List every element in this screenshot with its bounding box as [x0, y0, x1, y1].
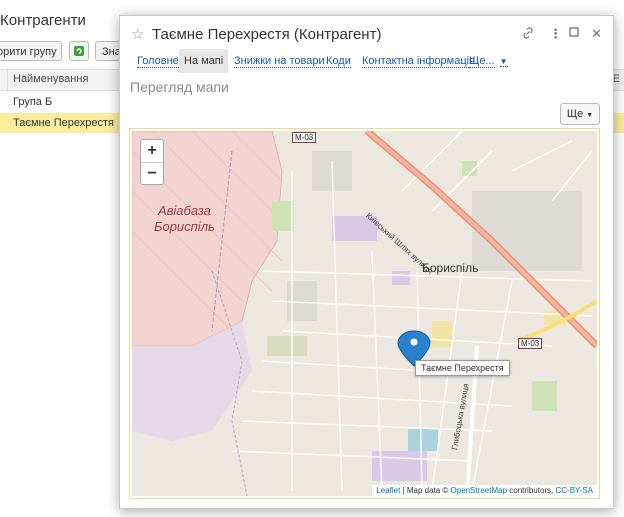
link-icon[interactable] [521, 26, 535, 43]
more-button[interactable]: Ще ▼ [560, 103, 600, 125]
zoom-out-button[interactable]: − [141, 163, 163, 185]
section-title: Перегляд мапи [130, 79, 229, 95]
create-group-button[interactable]: орити групу [0, 41, 62, 61]
license-link[interactable]: CC-BY-SA [556, 486, 594, 495]
favorite-star-icon[interactable]: ☆ [131, 25, 144, 43]
counterparty-dialog: ☆ Таємне Перехрестя (Контрагент) ⋮ ✕ Гол… [119, 15, 614, 509]
highway-shield: М-03 [518, 338, 543, 349]
marker-tooltip: Таємне Перехрестя [415, 360, 510, 376]
tab-codes[interactable]: Коди [321, 49, 356, 73]
refresh-icon [74, 46, 84, 56]
column-name-header[interactable]: Найменування [13, 73, 88, 85]
highway-shield: М-03 [292, 132, 317, 143]
tab-contact-info[interactable]: Контактна інформація [357, 49, 480, 73]
tab-discounts[interactable]: Знижки на товари [229, 49, 330, 73]
map-attribution: Leaflet | Map data © OpenStreetMap contr… [372, 485, 597, 496]
dialog-title: Таємне Перехрестя (Контрагент) [152, 26, 382, 43]
row-name: Група Б [13, 96, 53, 108]
zoom-control: + − [140, 139, 164, 185]
chevron-down-icon: ▼ [499, 57, 508, 67]
osm-link[interactable]: OpenStreetMap [451, 486, 507, 495]
tab-more[interactable]: Ще... ▼ [464, 49, 513, 73]
tab-on-map[interactable]: На мапі [179, 49, 229, 73]
map-view[interactable]: + − Авіабаза Бориспіль Бориспіль Київськ… [132, 131, 597, 496]
close-icon[interactable]: ✕ [591, 26, 602, 42]
map-container: + − Авіабаза Бориспіль Бориспіль Київськ… [129, 128, 600, 499]
maximize-icon[interactable] [568, 26, 580, 41]
chevron-down-icon: ▼ [586, 112, 594, 119]
zoom-in-button[interactable]: + [141, 140, 163, 163]
tab-main[interactable]: Головне [132, 49, 184, 73]
row-name: Таємне Перехрестя [13, 117, 115, 129]
airbase-label: Авіабаза Бориспіль [154, 203, 215, 234]
refresh-button[interactable] [69, 41, 89, 61]
leaflet-link[interactable]: Leaflet [376, 486, 400, 495]
page-title: Контрагенти [0, 12, 86, 29]
more-actions-icon[interactable]: ⋮ [549, 26, 562, 42]
map-tiles [132, 131, 597, 496]
